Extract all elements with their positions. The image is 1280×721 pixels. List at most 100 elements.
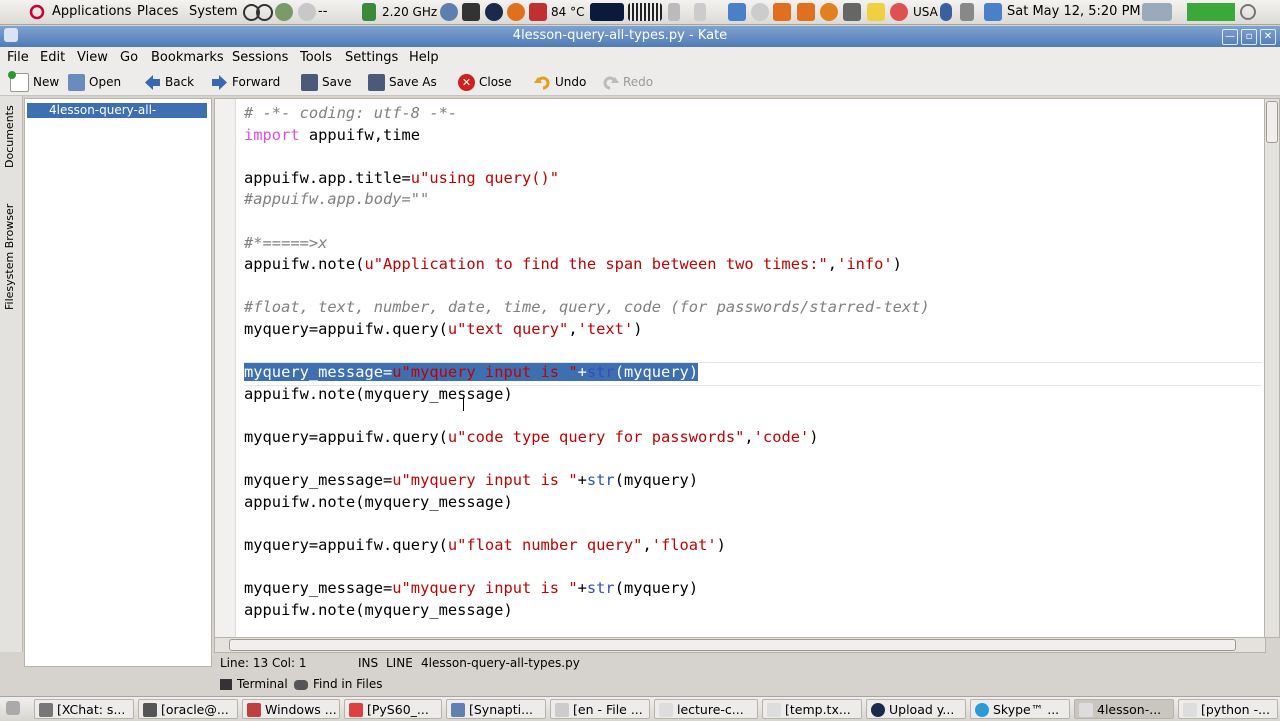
code-line: appuifw.app.title=u"using query()" bbox=[244, 168, 560, 187]
save-as-button-label: Save As bbox=[389, 75, 437, 89]
window-title: 4lesson-query-all-types.py - Kate bbox=[512, 28, 728, 43]
places-menu[interactable]: Places bbox=[137, 3, 178, 21]
taskbar-item-active[interactable]: 4lesson-... bbox=[1074, 699, 1174, 719]
globe-icon[interactable] bbox=[440, 3, 458, 21]
debian-logo-icon[interactable] bbox=[28, 3, 46, 21]
undo-icon bbox=[534, 74, 551, 91]
redo-button[interactable]: Redo bbox=[602, 72, 653, 92]
panel-dash: -- bbox=[318, 4, 328, 19]
show-desktop-icon[interactable] bbox=[6, 701, 20, 715]
taskbar-item[interactable]: [PyS60_... bbox=[344, 699, 442, 719]
volume-icon[interactable] bbox=[668, 3, 680, 21]
bluetooth-icon[interactable] bbox=[940, 3, 952, 21]
open-button[interactable]: Open bbox=[68, 72, 121, 92]
menu-settings[interactable]: Settings bbox=[345, 50, 398, 65]
save-button-label: Save bbox=[322, 75, 352, 89]
toolbar: New Open Back Forward Save Save As ✕ Clos… bbox=[0, 69, 1280, 96]
notes-icon[interactable] bbox=[867, 3, 885, 21]
taskbar-item[interactable]: [Synapti... bbox=[446, 699, 546, 719]
save-as-button[interactable]: Save As bbox=[368, 72, 437, 92]
taskbar-item[interactable]: Upload y... bbox=[866, 699, 966, 719]
code-area[interactable]: # -*- coding: utf-8 -*- import appuifw,t… bbox=[244, 103, 1262, 621]
applications-menu[interactable]: Applications bbox=[52, 3, 131, 21]
update-icon[interactable] bbox=[984, 3, 1002, 21]
code-line: appuifw.note(myquery_message) bbox=[244, 384, 513, 403]
menu-view[interactable]: View bbox=[77, 50, 108, 65]
new-button[interactable]: New bbox=[8, 71, 59, 92]
mail-icon[interactable] bbox=[298, 3, 316, 21]
code-editor[interactable]: # -*- coding: utf-8 -*- import appuifw,t… bbox=[214, 98, 1266, 638]
menu-sessions[interactable]: Sessions bbox=[232, 50, 288, 65]
taskbar-item[interactable]: [en - File ... bbox=[550, 699, 650, 719]
selection-mode[interactable]: LINE bbox=[386, 656, 413, 670]
menu-bookmarks[interactable]: Bookmarks bbox=[151, 50, 224, 65]
clock[interactable]: Sat May 12, 5:20 PM bbox=[1007, 3, 1141, 21]
network-icon[interactable] bbox=[1142, 3, 1172, 21]
taskbar-item[interactable]: Windows ... bbox=[242, 699, 340, 719]
system-menu[interactable]: System bbox=[189, 3, 237, 21]
taskbar-item[interactable]: Skype™ ... bbox=[970, 699, 1070, 719]
minimize-button[interactable]: — bbox=[1222, 29, 1238, 45]
maximize-button[interactable]: ▫ bbox=[1241, 29, 1257, 45]
undo-button[interactable]: Undo bbox=[534, 72, 586, 92]
terminal-icon[interactable] bbox=[462, 3, 480, 21]
temperature-readout: 84 °C bbox=[551, 5, 585, 19]
menu-edit[interactable]: Edit bbox=[40, 50, 65, 65]
taskbar-item[interactable]: [python -... bbox=[1178, 699, 1278, 719]
gear-icon[interactable] bbox=[1240, 4, 1256, 20]
wifi-icon[interactable] bbox=[960, 3, 974, 21]
menubar: File Edit View Go Bookmarks Sessions Too… bbox=[0, 47, 1280, 69]
code-line: appuifw.note(u"Application to find the s… bbox=[244, 255, 902, 274]
close-window-button[interactable]: ✕ bbox=[1260, 29, 1276, 45]
editor-gutter[interactable] bbox=[215, 99, 236, 637]
back-button[interactable]: Back bbox=[144, 72, 194, 92]
taskbar-item[interactable]: [temp.tx... bbox=[762, 699, 862, 719]
menu-tools[interactable]: Tools bbox=[300, 50, 332, 65]
vertical-scroll-thumb[interactable] bbox=[1266, 101, 1278, 143]
screen-icon[interactable] bbox=[843, 3, 861, 21]
taskbar-item[interactable]: [XChat: s... bbox=[34, 699, 134, 719]
horizontal-scroll-thumb[interactable] bbox=[229, 639, 1236, 651]
tab-terminal[interactable]: Terminal bbox=[220, 677, 288, 691]
window-titlebar[interactable]: 4lesson-query-all-types.py - Kate — ▫ ✕ bbox=[0, 26, 1280, 47]
code-line: myquery=appuifw.query(u"text query",'tex… bbox=[244, 319, 643, 338]
save-as-icon bbox=[368, 74, 385, 91]
horizontal-scrollbar[interactable] bbox=[214, 637, 1266, 653]
save-button[interactable]: Save bbox=[301, 72, 351, 92]
world-icon[interactable] bbox=[485, 3, 503, 21]
tab-find-in-files[interactable]: Find in Files bbox=[294, 677, 383, 691]
close-button[interactable]: ✕ Close bbox=[458, 72, 512, 92]
keyboard-layout[interactable]: USA bbox=[913, 3, 938, 21]
launcher-icon[interactable] bbox=[256, 4, 273, 21]
forward-button[interactable]: Forward bbox=[211, 72, 280, 92]
tab-filesystem-browser[interactable]: Filesystem Browser bbox=[3, 192, 19, 322]
vertical-scrollbar[interactable] bbox=[1264, 98, 1280, 638]
taskbar: [XChat: s... [oracle@... Windows ... [Py… bbox=[0, 696, 1280, 721]
x-icon[interactable] bbox=[751, 3, 769, 21]
settings-icon[interactable] bbox=[820, 3, 838, 21]
back-arrow-icon bbox=[144, 74, 161, 91]
menu-file[interactable]: File bbox=[7, 50, 29, 65]
menu-help[interactable]: Help bbox=[409, 50, 439, 65]
globe-icon bbox=[871, 703, 885, 717]
workspace-indicator-icon[interactable] bbox=[1187, 3, 1235, 21]
terminal-icon bbox=[143, 703, 157, 717]
status-filename: 4lesson-query-all-types.py bbox=[421, 656, 580, 670]
file-icon bbox=[555, 703, 569, 717]
pen-icon[interactable] bbox=[694, 3, 706, 21]
taskbar-item[interactable]: lecture-c... bbox=[654, 699, 758, 719]
network-icon[interactable] bbox=[275, 3, 293, 21]
window-icon bbox=[247, 703, 261, 717]
cpu-frequency: 2.20 GHz bbox=[382, 5, 438, 19]
insert-mode[interactable]: INS bbox=[358, 656, 378, 670]
alarm-icon[interactable] bbox=[890, 3, 908, 21]
tab-documents[interactable]: Documents bbox=[3, 102, 19, 172]
firefox-icon[interactable] bbox=[507, 3, 525, 21]
tools-icon[interactable] bbox=[773, 3, 791, 21]
document-list-item[interactable]: 4lesson-query-all-types.py bbox=[27, 103, 207, 132]
taskbar-item[interactable]: [oracle@... bbox=[138, 699, 238, 719]
tools-icon[interactable] bbox=[797, 3, 815, 21]
windows-icon[interactable] bbox=[728, 3, 746, 21]
menu-go[interactable]: Go bbox=[120, 50, 138, 65]
